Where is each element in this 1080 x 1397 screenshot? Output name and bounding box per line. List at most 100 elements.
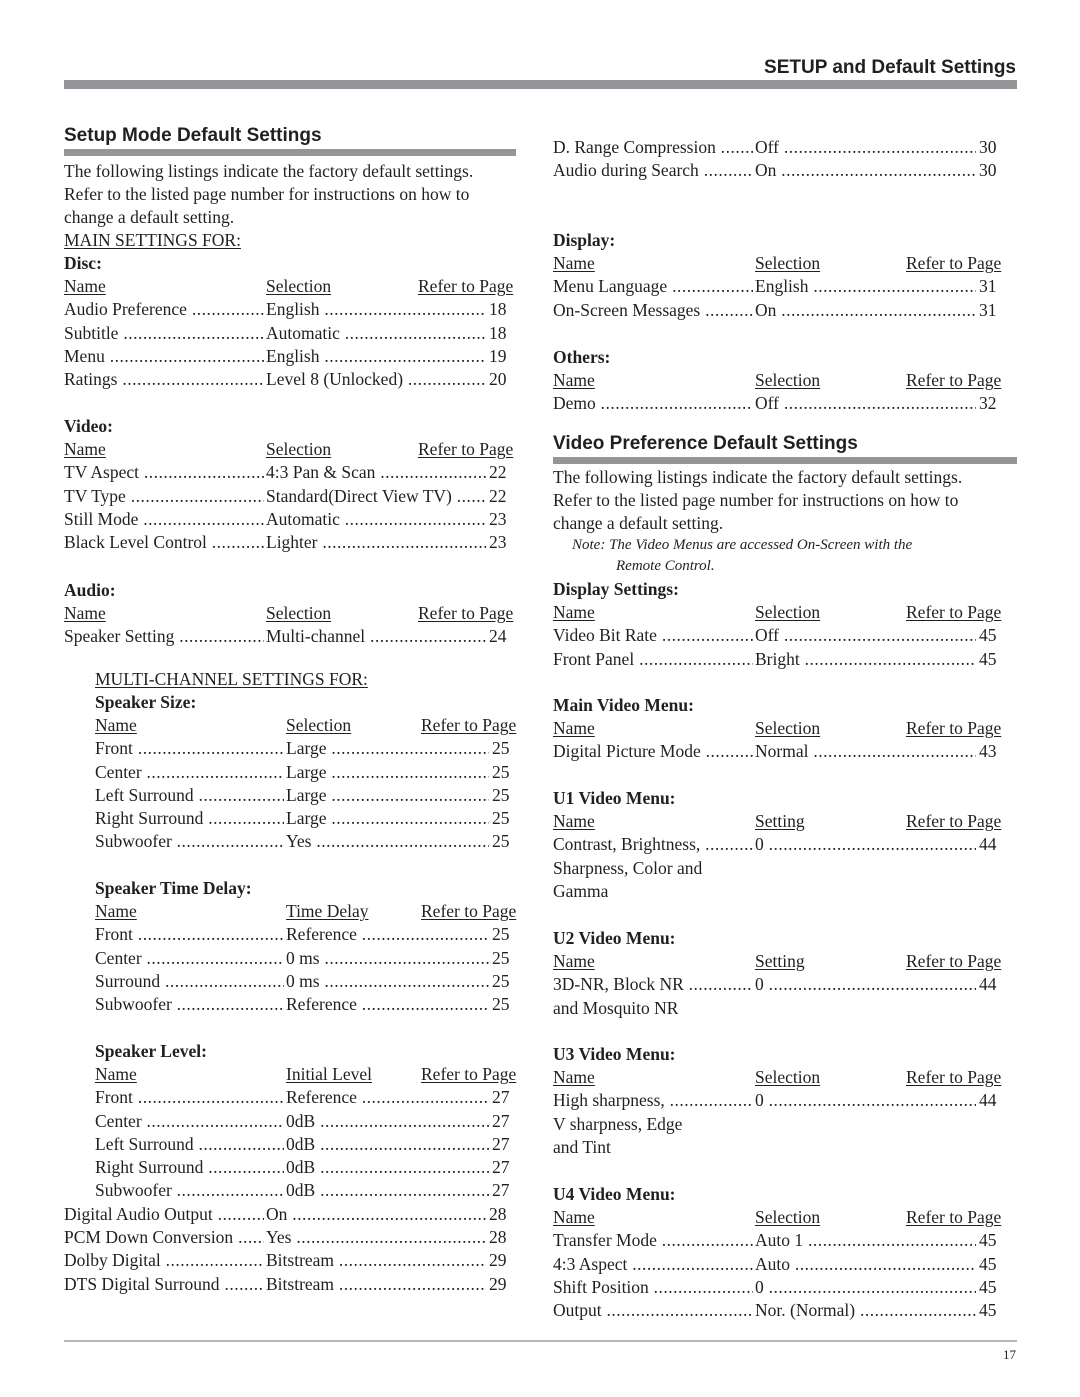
table-row: Demo ...................................… [553,392,1003,415]
table-row: Subwoofer ..............................… [95,1179,516,1202]
leader-dots: ........................................… [672,276,753,297]
table-heading: Display Settings: [553,579,679,599]
column-header: Refer to Page [906,370,1002,391]
row-value-text: Reference [286,994,357,1014]
row-value-text: On [755,299,777,320]
leader-dots: ........................................… [320,1110,489,1131]
leader-dots: ........................................… [783,393,976,414]
row-value-text: Bitstream [266,1250,335,1271]
leader-dots: ........................................… [380,462,486,483]
column-header: Setting [755,951,805,972]
leader-dots: ........................................… [705,299,753,320]
row-value: Off ....................................… [755,624,976,647]
table-row: 4:3 Aspect .............................… [553,1253,1003,1276]
row-name-text: Subwoofer [95,1180,172,1201]
row-value-text: 4:3 Pan & Scan [266,462,376,483]
table-heading: Others: [553,347,611,367]
table-heading: Display: [553,230,616,250]
row-value-text: Normal [755,741,809,762]
row-value-text: English [266,299,320,320]
row-value: 0dB ....................................… [286,1133,489,1156]
row-page: 25 [492,738,510,759]
row-value: Large ..................................… [286,807,489,830]
column-header: Name [95,901,137,922]
leader-dots: ........................................… [813,741,976,762]
row-value-text: Multi-channel [266,626,366,647]
row-value: English ................................… [266,345,486,368]
leader-dots: ........................................… [361,924,489,945]
leader-dots: ........................................… [146,761,284,782]
row-name-text: Right Surround [95,1157,204,1177]
intro-line: change a default setting. [64,207,235,228]
row-value: Large ..................................… [286,784,489,807]
row-page: 23 [489,532,507,552]
intro-line: Refer to the listed page number for inst… [64,184,470,205]
table-heading: Speaker Time Delay: [95,878,252,898]
leader-dots: ........................................… [361,994,489,1014]
leader-dots: ........................................… [322,532,486,552]
table-row: Audio during Search ....................… [553,159,1003,182]
row-name-text: Center [95,761,142,782]
column-header: Refer to Page [906,811,1002,832]
row-value-text: Auto [755,1253,790,1274]
row-name: Menu Language ..........................… [553,275,753,298]
leader-dots: ........................................… [331,784,489,805]
row-value: 0 ......................................… [755,973,976,996]
leader-dots: ........................................… [344,322,486,343]
row-value-text: Large [286,738,327,759]
row-name-text: Still Mode [64,508,139,529]
column-header: Selection [755,370,821,391]
column-header: Selection [266,603,332,624]
row-value: 0 ms ...................................… [286,970,489,993]
table-row: Front ..................................… [95,923,516,946]
row-name: Still Mode .............................… [64,508,264,531]
leader-dots: ........................................… [783,137,976,157]
row-name: Front ..................................… [95,1086,284,1109]
leader-dots: ........................................… [361,1087,489,1108]
row-value-text: 0 ms [286,970,320,991]
leader-dots: ........................................… [370,626,486,647]
row-name-text: Subtitle [64,322,119,343]
table-row: Speaker Setting ........................… [64,625,513,648]
row-name: 3D-NR, Block NR ........................… [553,973,753,996]
video-pref-note: Note: The Video Menus are accessed On-Sc… [572,535,912,577]
row-value-text: Automatic [266,322,340,343]
row-page: 25 [492,784,510,805]
row-value-text: Yes [286,831,312,852]
row-value: Lighter ................................… [266,531,486,554]
leader-dots: ........................................… [768,1090,976,1111]
leader-dots: ........................................… [324,970,489,991]
leader-dots: ........................................… [606,1300,754,1320]
row-value-text: Standard(Direct View TV) [266,485,452,506]
row-page: 25 [492,994,510,1014]
leader-dots: ........................................… [191,299,264,320]
table-row: Audio Preference .......................… [64,298,513,321]
row-page: 28 [489,1204,507,1224]
leader-dots: ........................................… [860,1300,976,1320]
note-line: Remote Control. [616,558,715,574]
column-header: Selection [266,439,332,460]
leader-dots: ........................................… [632,1253,753,1274]
row-value: Normal .................................… [755,740,976,763]
column-header: Refer to Page [906,602,1002,623]
table-row: Subwoofer ..............................… [95,993,516,1016]
leader-dots: ........................................… [705,834,753,855]
row-page: 45 [979,1253,997,1274]
leader-dots: ........................................… [130,485,264,506]
header-bar [64,80,1017,89]
row-page: 24 [489,626,507,647]
row-name-text: Subwoofer [95,831,172,852]
row-name-text: Video Bit Rate [553,625,657,646]
row-page: 43 [979,741,997,762]
row-value: 0dB ....................................… [286,1110,489,1133]
row-value-text: Large [286,784,327,805]
row-page: 31 [979,276,997,297]
row-name: Center .................................… [95,947,284,970]
table-row: Left Surround ..........................… [95,784,516,807]
table-row: Front Panel ............................… [553,648,1003,671]
row-value-text: 0dB [286,1157,316,1177]
row-name-text: DTS Digital Surround [64,1273,220,1294]
leader-dots: ........................................… [198,784,284,805]
leader-dots: ........................................… [768,974,976,995]
leader-dots: ........................................… [720,137,753,157]
